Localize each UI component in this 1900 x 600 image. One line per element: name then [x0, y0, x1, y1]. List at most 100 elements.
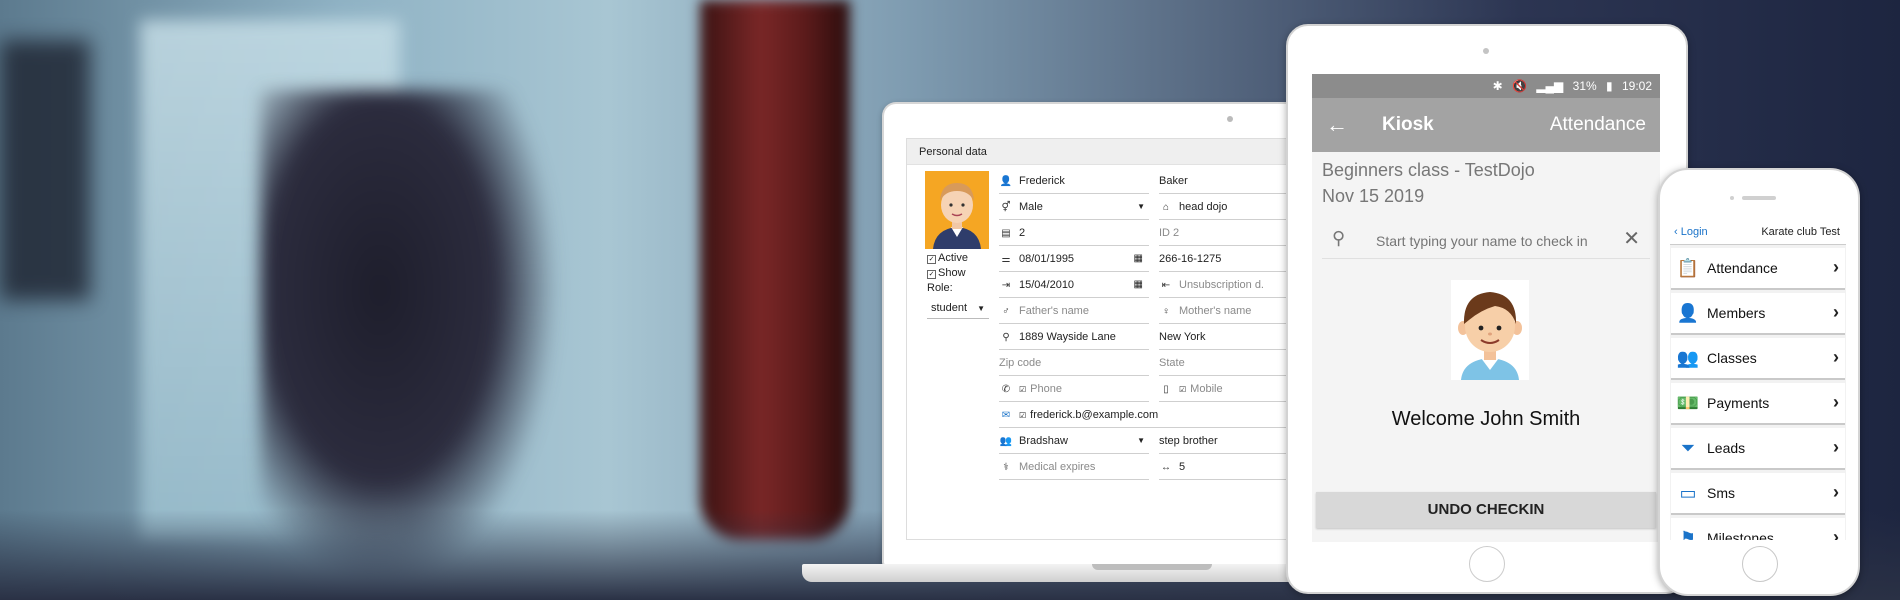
- tablet-device: ✱ 🔇 ▂▄▆ 31% ▮ 19:02 ← Kiosk Attendance B…: [1286, 24, 1688, 594]
- email-checkbox[interactable]: ☑: [1019, 411, 1026, 420]
- member-number-value: 2: [1019, 227, 1026, 239]
- login-label: Login: [1680, 226, 1708, 238]
- last-name-field[interactable]: Baker: [1159, 169, 1293, 194]
- id-placeholder: ID 2: [1159, 227, 1180, 239]
- phone-checkbox[interactable]: ☑: [1019, 385, 1026, 394]
- clipboard-icon: 📋: [1676, 257, 1700, 278]
- subscription-date-field[interactable]: ⇥ 15/04/2010 ▦: [999, 273, 1149, 298]
- mobile-checkbox[interactable]: ☑: [1179, 385, 1186, 394]
- map-marker-icon: ⚲: [1002, 332, 1010, 343]
- chevron-down-icon: ▼: [1137, 436, 1145, 445]
- show-checkbox-row[interactable]: ✓ Show: [927, 266, 989, 281]
- birthdate-value: 08/01/1995: [1019, 253, 1075, 265]
- height-field[interactable]: ↔ 5: [1159, 455, 1293, 480]
- unsubscription-date-field[interactable]: ⇤ Unsubscription d.: [1159, 273, 1293, 298]
- subscription-row: ⇥ 15/04/2010 ▦ ⇤ Unsubscription d.: [999, 273, 1293, 299]
- id-row: ▤ 2 ID 2: [999, 221, 1293, 247]
- menu-item-classes[interactable]: 👥 Classes ›: [1671, 338, 1845, 380]
- section-title: Attendance: [1549, 114, 1646, 135]
- avatar-illustration: [925, 171, 989, 249]
- laptop-lid: Personal data ✓ Active ✓ Show Role: stud…: [882, 102, 1293, 568]
- arrows-h-icon: ↔: [1161, 462, 1171, 473]
- medical-expires-field[interactable]: ⚕ Medical expires: [999, 455, 1149, 480]
- welcome-message: Welcome John Smith: [1391, 408, 1581, 430]
- phone-field[interactable]: ✆ ☑ Phone: [999, 377, 1149, 402]
- sign-in-icon: ⇥: [1001, 280, 1011, 291]
- ssn-value: 266-16-1275: [1159, 253, 1222, 265]
- chevron-right-icon: ›: [1833, 347, 1839, 367]
- back-login-link[interactable]: ‹ Login: [1674, 226, 1708, 238]
- active-label: Active: [938, 252, 968, 264]
- dojo-value: head dojo: [1179, 201, 1228, 213]
- phone-row: ✆ ☑ Phone ▯ ☑ Mobile: [999, 377, 1293, 403]
- stethoscope-icon: ⚕: [1003, 462, 1009, 473]
- phone-nav-bar: ‹ Login Karate club Test: [1670, 222, 1846, 245]
- phone-home-button: [1742, 546, 1778, 582]
- undo-checkin-button[interactable]: UNDO CHECKIN: [1316, 492, 1656, 528]
- tablet-screen: ✱ 🔇 ▂▄▆ 31% ▮ 19:02 ← Kiosk Attendance B…: [1312, 74, 1660, 542]
- show-label: Show: [938, 267, 966, 279]
- phone-screen: ‹ Login Karate club Test 📋 Attendance › …: [1670, 222, 1846, 540]
- active-checkbox-row[interactable]: ✓ Active: [927, 251, 989, 266]
- first-name-field[interactable]: 👤 Frederick: [999, 169, 1149, 194]
- close-icon[interactable]: ✕: [1623, 226, 1640, 251]
- calendar-icon[interactable]: ▦: [1134, 273, 1143, 297]
- mute-icon: 🔇: [1512, 79, 1527, 93]
- laptop-screen: Personal data ✓ Active ✓ Show Role: stud…: [906, 138, 1293, 540]
- subscription-date-value: 15/04/2010: [1019, 279, 1075, 291]
- menu-label: Milestones: [1707, 530, 1774, 540]
- id-card-icon: ▤: [1001, 228, 1011, 239]
- address-value: 1889 Wayside Lane: [1019, 331, 1116, 343]
- role-select[interactable]: student ▼: [927, 299, 989, 319]
- menu-item-members[interactable]: 👤 Members ›: [1671, 293, 1845, 335]
- mother-name-field[interactable]: ♀ Mother's name: [1159, 299, 1293, 324]
- female-icon: ♀: [1162, 306, 1170, 317]
- background-punching-bag: [700, 0, 850, 540]
- menu-item-sms[interactable]: ▭ Sms ›: [1671, 473, 1845, 515]
- family-select[interactable]: 👥 Bradshaw ▼: [999, 429, 1149, 454]
- menu-item-leads[interactable]: ⏷ Leads ›: [1671, 428, 1845, 470]
- dojo-field[interactable]: ⌂ head dojo: [1159, 195, 1293, 220]
- club-name: Karate club Test: [1761, 226, 1840, 238]
- ssn-field[interactable]: 266-16-1275: [1159, 247, 1293, 272]
- show-checkbox[interactable]: ✓: [927, 270, 936, 279]
- email-row: ✉ ☑ frederick.b@example.com: [999, 403, 1293, 429]
- calendar-icon[interactable]: ▦: [1134, 247, 1143, 271]
- unsubscription-placeholder: Unsubscription d.: [1179, 279, 1264, 291]
- back-arrow-icon[interactable]: ←: [1326, 112, 1348, 138]
- menu-item-attendance[interactable]: 📋 Attendance ›: [1671, 248, 1845, 290]
- medical-expires-placeholder: Medical expires: [1019, 461, 1096, 473]
- bluetooth-icon: ✱: [1492, 79, 1503, 93]
- chevron-down-icon: ▼: [977, 304, 985, 313]
- father-name-field[interactable]: ♂ Father's name: [999, 299, 1149, 324]
- active-checkbox[interactable]: ✓: [927, 255, 936, 264]
- android-status-bar: ✱ 🔇 ▂▄▆ 31% ▮ 19:02: [1312, 74, 1660, 98]
- address-field[interactable]: ⚲ 1889 Wayside Lane: [999, 325, 1149, 350]
- address-row: ⚲ 1889 Wayside Lane New York: [999, 325, 1293, 351]
- email-value: frederick.b@example.com: [1030, 409, 1159, 421]
- background-shadow: [0, 40, 90, 300]
- birthdate-field[interactable]: ⚌ 08/01/1995 ▦: [999, 247, 1149, 272]
- zip-field[interactable]: Zip code: [999, 351, 1149, 376]
- chevron-right-icon: ›: [1833, 437, 1839, 457]
- battery-icon: ▮: [1606, 79, 1613, 93]
- menu-label: Attendance: [1707, 260, 1778, 276]
- gender-select[interactable]: ⚥ Male ▼: [999, 195, 1149, 220]
- relation-value: step brother: [1159, 435, 1218, 447]
- phone-icon: ✆: [1001, 384, 1011, 395]
- checkin-search-input[interactable]: [1374, 232, 1618, 250]
- email-field[interactable]: ✉ ☑ frederick.b@example.com: [999, 403, 1293, 428]
- chevron-right-icon: ›: [1833, 392, 1839, 412]
- state-field[interactable]: State: [1159, 351, 1293, 376]
- member-avatar[interactable]: [925, 171, 989, 249]
- city-field[interactable]: New York: [1159, 325, 1293, 350]
- relation-field[interactable]: step brother: [1159, 429, 1293, 454]
- phone-speaker: [1742, 196, 1776, 200]
- mobile-field[interactable]: ▯ ☑ Mobile: [1159, 377, 1293, 402]
- member-number-field[interactable]: ▤ 2: [999, 221, 1149, 246]
- member-photo: [1451, 280, 1529, 380]
- id-field[interactable]: ID 2: [1159, 221, 1293, 246]
- phone-camera: [1730, 196, 1734, 200]
- menu-item-milestones[interactable]: ⚑ Milestones ›: [1671, 518, 1845, 540]
- menu-item-payments[interactable]: 💵 Payments ›: [1671, 383, 1845, 425]
